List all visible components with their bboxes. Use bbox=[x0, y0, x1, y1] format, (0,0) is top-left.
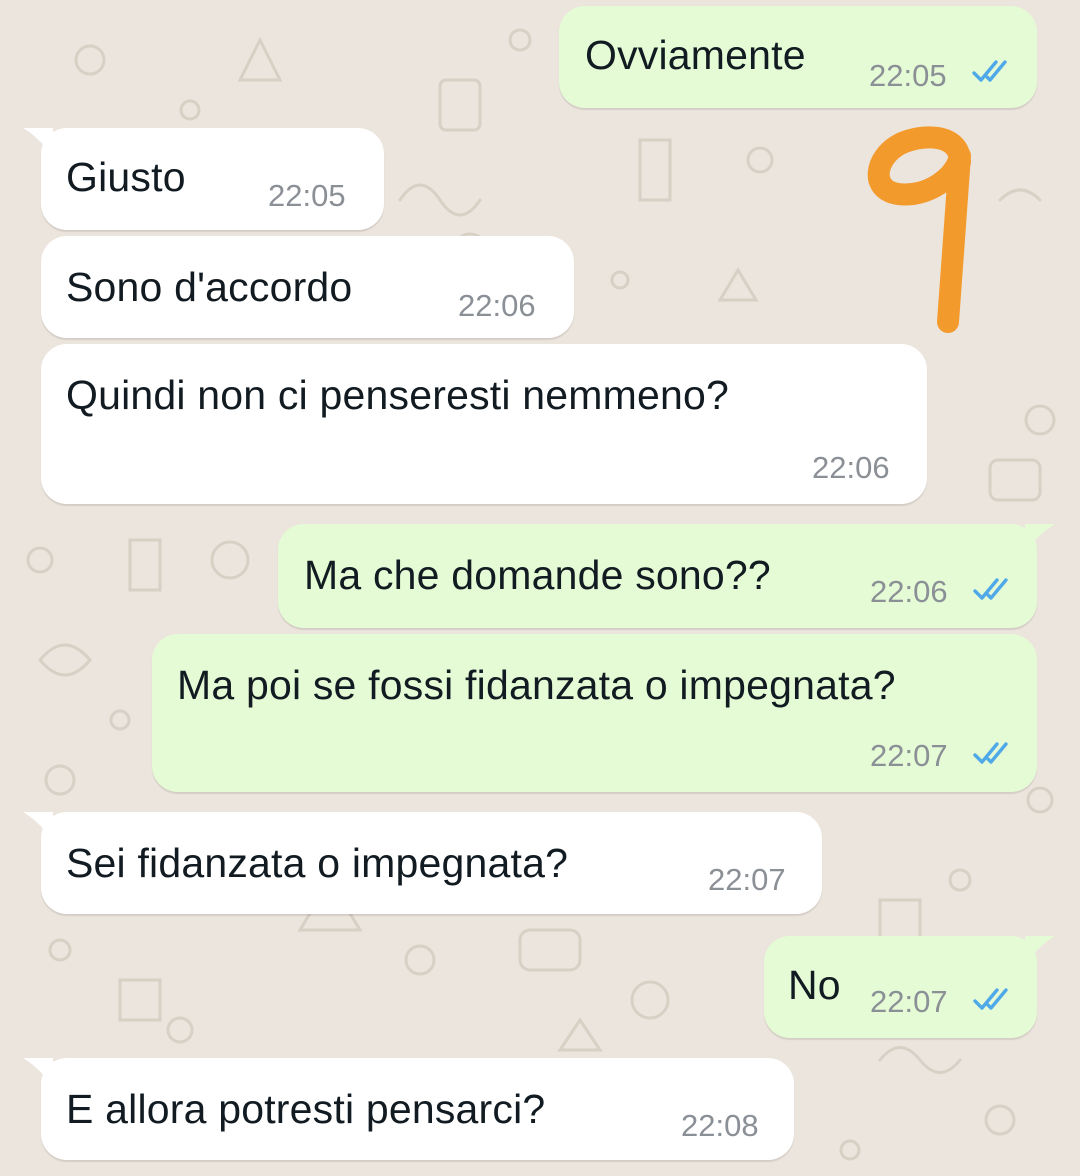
bubble-tail bbox=[1025, 936, 1055, 964]
handwritten-nine-annotation bbox=[867, 126, 971, 333]
message-timestamp: 22:08 bbox=[681, 1108, 759, 1143]
bubble-tail bbox=[1025, 524, 1055, 552]
message-timestamp: 22:06 bbox=[870, 574, 948, 609]
message-text: Sono d'accordo bbox=[66, 264, 353, 310]
message-timestamp: 22:07 bbox=[870, 984, 948, 1019]
message-bubble-outgoing[interactable]: No 22:07 bbox=[764, 936, 1055, 1038]
message-timestamp: 22:06 bbox=[458, 288, 536, 323]
double-check-read-icon bbox=[973, 988, 1008, 1010]
message-timestamp: 22:06 bbox=[812, 450, 890, 485]
message-bubble-incoming[interactable]: Giusto 22:05 bbox=[23, 128, 384, 230]
message-bubble-outgoing[interactable]: Ma poi se fossi fidanzata o impegnata? 2… bbox=[152, 634, 1037, 792]
bubble-tail bbox=[23, 128, 53, 156]
message-text: Giusto bbox=[66, 154, 186, 200]
message-bubble-incoming[interactable]: E allora potresti pensarci? 22:08 bbox=[23, 1058, 794, 1160]
message-bubble-incoming[interactable]: Sei fidanzata o impegnata? 22:07 bbox=[23, 812, 822, 914]
message-bubble-incoming[interactable]: Quindi non ci penseresti nemmeno? 22:06 bbox=[41, 344, 927, 504]
message-bubble-outgoing[interactable]: Ma che domande sono?? 22:06 bbox=[278, 524, 1055, 628]
message-timestamp: 22:07 bbox=[708, 862, 786, 897]
message-bubble-outgoing[interactable]: Ovviamente 22:05 bbox=[559, 6, 1037, 108]
message-timestamp: 22:05 bbox=[268, 178, 346, 213]
message-bubble-incoming[interactable]: Sono d'accordo 22:06 bbox=[41, 236, 574, 338]
message-text: Ma che domande sono?? bbox=[304, 552, 771, 598]
double-check-read-icon bbox=[973, 578, 1008, 600]
message-timestamp: 22:05 bbox=[869, 58, 947, 93]
message-text: Ovviamente bbox=[585, 32, 806, 78]
message-timestamp: 22:07 bbox=[870, 738, 948, 773]
message-text: Quindi non ci penseresti nemmeno? bbox=[66, 372, 729, 418]
bubble-tail bbox=[23, 812, 53, 840]
message-text: E allora potresti pensarci? bbox=[66, 1086, 546, 1132]
message-text: Ma poi se fossi fidanzata o impegnata? bbox=[177, 662, 896, 708]
double-check-read-icon bbox=[972, 60, 1007, 82]
message-text: Sei fidanzata o impegnata? bbox=[66, 840, 569, 886]
message-text: No bbox=[788, 962, 841, 1008]
double-check-read-icon bbox=[973, 742, 1008, 764]
bubble-tail bbox=[23, 1058, 53, 1086]
